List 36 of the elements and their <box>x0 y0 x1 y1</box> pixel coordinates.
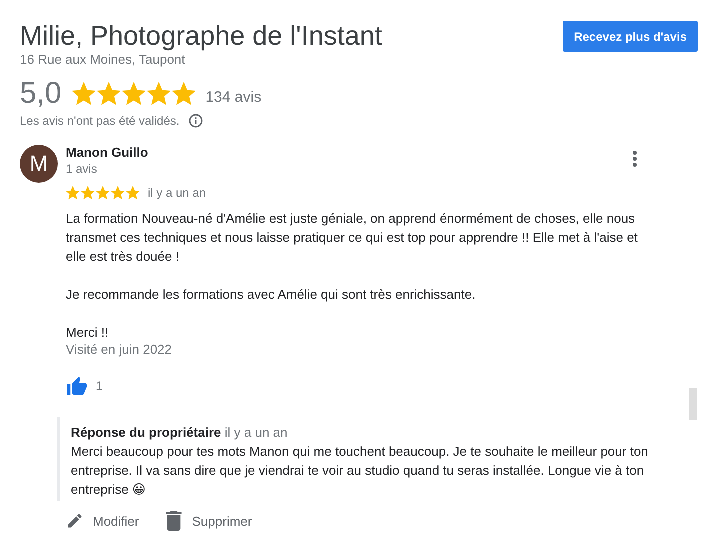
star-icon <box>126 186 140 200</box>
review-count: 134 avis <box>206 88 262 106</box>
like-count: 1 <box>96 379 103 393</box>
info-icon[interactable] <box>188 114 203 128</box>
thumbs-up-icon[interactable] <box>66 376 88 396</box>
star-icon <box>96 186 110 200</box>
owner-reply-time: il y a un an <box>224 425 288 440</box>
review-time: il y a un an <box>148 186 206 200</box>
place-address: 16 Rue aux Moines, Taupont <box>20 52 186 67</box>
validation-notice: Les avis n'ont pas été validés. <box>20 114 180 128</box>
star-icon <box>146 82 171 106</box>
star-icon <box>122 82 146 106</box>
get-more-reviews-button[interactable]: Recevez plus d'avis <box>563 21 698 52</box>
scrollbar-thumb[interactable] <box>689 388 697 420</box>
star-icon <box>72 82 96 106</box>
author-name[interactable]: Manon Guillo <box>66 145 148 160</box>
delete-button[interactable]: Supprimer <box>165 511 252 531</box>
user-avatar[interactable]: M <box>20 145 58 183</box>
star-icon <box>172 82 196 106</box>
place-title: Milie, Photographe de l'Instant <box>20 20 382 52</box>
review-paragraph: Merci !! <box>66 324 110 342</box>
review-paragraph: Je recommande les formations avec Amélie qui sont très enrichissante. <box>66 286 477 304</box>
review-paragraph: La formation Nouveau-né d'Amélie est juste géniale, on apprend énormément de choses, elle nous transmet ces techniques et nous laisse pratiquer ce qui est top pour apprendre !! Elle met à l'aise et elle est très douée ! <box>66 210 639 266</box>
star-icon <box>66 186 80 200</box>
rating-score: 5,0 <box>20 77 62 111</box>
star-icon <box>81 186 95 200</box>
edit-button[interactable]: Modifier <box>66 511 140 531</box>
star-icon <box>96 82 121 106</box>
more-options-icon[interactable] <box>633 151 637 167</box>
visit-date: Visité en juin 2022 <box>66 342 174 357</box>
trash-icon <box>165 511 184 531</box>
pencil-icon <box>66 512 84 530</box>
author-review-count: 1 avis <box>66 162 98 176</box>
owner-reply-title: Réponse du propriétaire <box>71 425 222 440</box>
owner-reply-text: Merci beaucoup pour tes mots Manon qui me touchent beaucoup. Je te souhaite le meilleur pour ton entreprise. Il va sans dire que je viendrai te voir au studio quand tu seras installée. Longue vie à ton entreprise 😀 <box>71 443 650 499</box>
star-icon <box>111 186 125 200</box>
